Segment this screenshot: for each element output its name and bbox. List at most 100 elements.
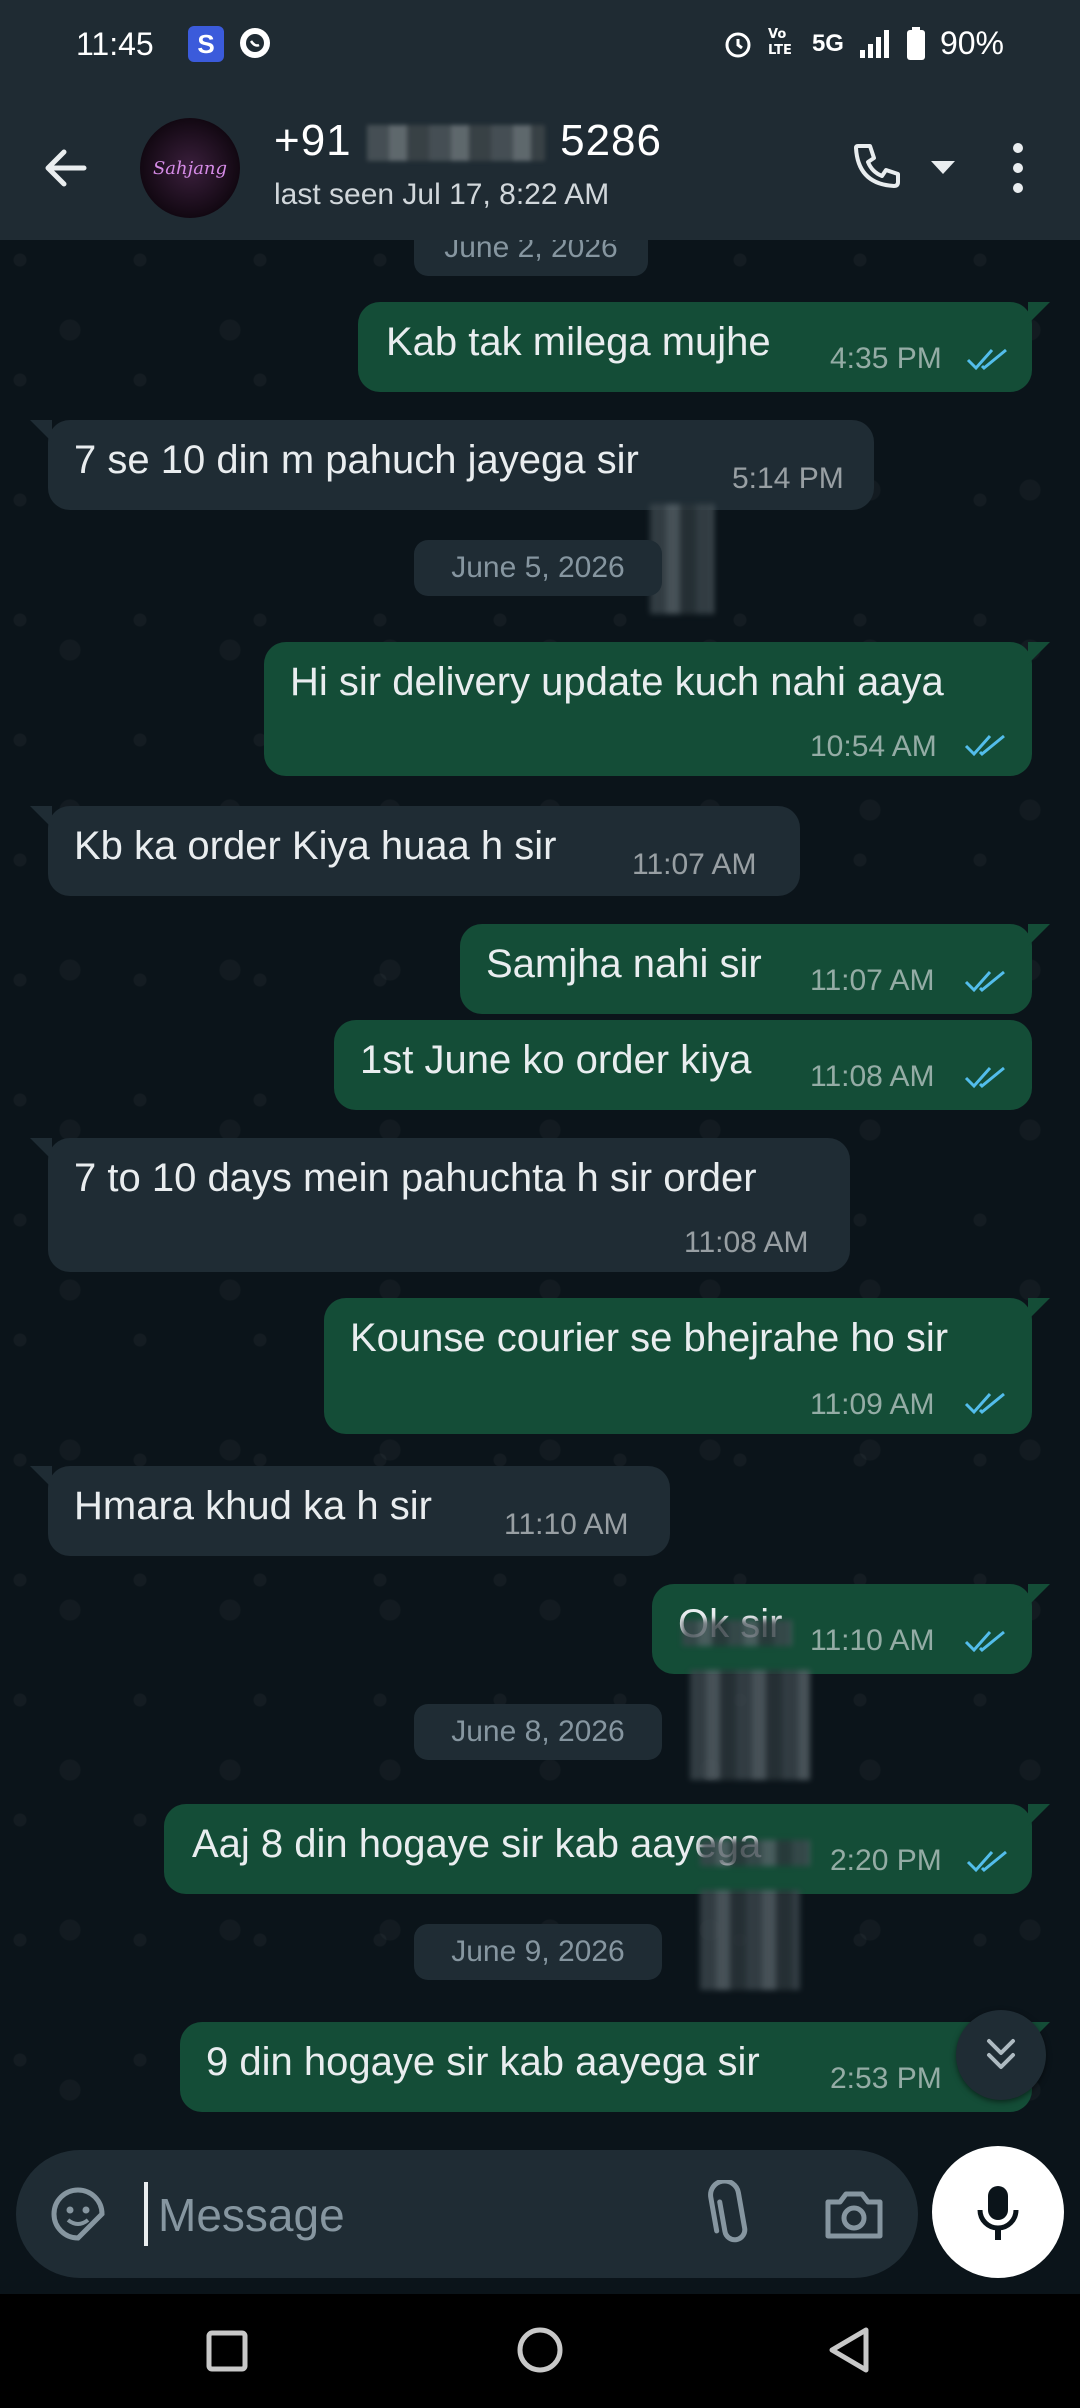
date-separator: June 5, 2026 (414, 540, 662, 596)
message-time: 2:20 PM (830, 1844, 942, 1877)
message-time: 11:10 AM (504, 1508, 629, 1541)
message-incoming[interactable]: 7 to 10 days mein pahuchta h sir order 1… (30, 1138, 850, 1272)
double-chevron-down-icon (987, 2039, 1015, 2069)
bubble-tail (1028, 1804, 1050, 1826)
message-time: 4:35 PM (830, 342, 942, 375)
recent-apps-icon[interactable] (206, 2330, 248, 2372)
message-time: 11:07 AM (632, 848, 757, 881)
contact-name[interactable]: +91 5286 (274, 116, 662, 166)
bubble-tail (1028, 1584, 1050, 1606)
network-type: 5G (811, 29, 844, 57)
camera-icon[interactable] (822, 2184, 886, 2244)
battery-percent: 90% (939, 25, 1004, 61)
message-incoming[interactable]: 7 se 10 din m pahuch jayega sir 5:14 PM (30, 420, 874, 510)
last-seen-status: last seen Jul 17, 8:22 AM (274, 178, 610, 211)
message-input[interactable] (156, 2174, 680, 2256)
message-text: 9 din hogaye sir kab aayega sir (206, 2040, 760, 2084)
message-outgoing[interactable]: 1st June ko order kiya 11:08 AM (334, 1020, 1032, 1110)
volte-icon: Vo LTE (768, 24, 798, 63)
read-ticks-icon (964, 734, 1005, 757)
message-text: Hmara khud ka h sir (74, 1484, 432, 1528)
message-time: 5:14 PM (732, 462, 844, 495)
message-time: 11:08 AM (684, 1226, 809, 1259)
date-separator-label: June 5, 2026 (451, 551, 625, 584)
message-outgoing[interactable]: Hi sir delivery update kuch nahi aaya 10… (264, 642, 1050, 776)
read-ticks-icon (964, 970, 1005, 993)
status-bar: 11:45 S Vo LTE 5G 90% (0, 0, 1080, 88)
redaction-blur (690, 1670, 810, 1780)
home-icon[interactable] (516, 2326, 564, 2374)
message-time: 11:07 AM (810, 964, 935, 997)
voice-message-button[interactable] (932, 2146, 1064, 2278)
status-time: 11:45 (76, 26, 154, 62)
alarm-icon (725, 32, 751, 57)
scroll-to-bottom-button[interactable] (956, 2010, 1046, 2100)
message-text: Kb ka order Kiya huaa h sir (74, 824, 557, 868)
message-incoming[interactable]: Hmara khud ka h sir 11:10 AM (30, 1466, 670, 1556)
bubble-tail (30, 420, 52, 442)
s-app-notification-icon: S (188, 26, 224, 62)
signal-icon (859, 29, 889, 58)
attach-icon[interactable] (702, 2180, 762, 2248)
message-incoming[interactable]: Kb ka order Kiya huaa h sir 11:07 AM (30, 806, 800, 896)
date-separator-label: June 9, 2026 (451, 1935, 625, 1968)
svg-text:Vo: Vo (768, 27, 786, 42)
bubble-tail (30, 806, 52, 828)
avatar-logo-text: Sahjang (152, 157, 228, 179)
nav-back-icon[interactable] (826, 2326, 872, 2374)
message-text: Kab tak milega mujhe (386, 320, 771, 364)
read-ticks-icon (964, 1066, 1005, 1089)
redaction-blur (682, 1620, 792, 1646)
text-cursor (144, 2182, 148, 2246)
battery-icon (906, 26, 925, 60)
contact-suffix: 5286 (560, 116, 662, 165)
phone-icon[interactable] (846, 138, 906, 198)
mic-icon (977, 2186, 1019, 2240)
message-time: 2:53 PM (830, 2062, 942, 2095)
contact-prefix: +91 (274, 116, 352, 165)
message-outgoing[interactable]: Aaj 8 din hogaye sir kab aayega 2:20 PM (164, 1804, 1050, 1894)
message-outgoing[interactable]: 9 din hogaye sir kab aayega sir 2:53 PM (180, 2022, 1050, 2112)
message-text: Aaj 8 din hogaye sir kab aayega (192, 1822, 762, 1866)
message-text: 7 to 10 days mein pahuchta h sir order (74, 1156, 757, 1200)
date-separator: June 8, 2026 (414, 1704, 662, 1760)
message-outgoing[interactable]: Kounse courier se bhejrahe ho sir 11:09 … (324, 1298, 1050, 1434)
bubble-tail (1028, 302, 1050, 324)
avatar[interactable]: Sahjang (140, 118, 240, 218)
system-navigation-bar (0, 2294, 1080, 2408)
svg-text:LTE: LTE (768, 43, 792, 56)
date-separator-label: June 2, 2026 (444, 240, 618, 264)
message-time: 11:08 AM (810, 1060, 935, 1093)
redaction-blur (700, 1890, 800, 1990)
back-arrow-icon[interactable] (36, 138, 96, 198)
message-time: 11:09 AM (810, 1388, 935, 1421)
read-ticks-icon (964, 1392, 1005, 1415)
bubble-tail (30, 1466, 52, 1488)
message-time: 10:54 AM (810, 730, 937, 763)
bubble-tail (1028, 924, 1050, 946)
message-time: 11:10 AM (810, 1624, 935, 1657)
message-text: 7 se 10 din m pahuch jayega sir (74, 438, 639, 482)
bubble-tail (30, 1138, 52, 1160)
message-text: 1st June ko order kiya (360, 1038, 752, 1082)
read-ticks-icon (966, 1850, 1007, 1873)
message-composer (16, 2150, 918, 2278)
date-separator-label: June 8, 2026 (451, 1715, 625, 1748)
emoji-sticker-icon[interactable] (46, 2182, 110, 2246)
chat-messages[interactable]: June 2, 2026 Kab tak milega mujhe 4:35 P… (0, 240, 1080, 2130)
message-outgoing[interactable]: Samjha nahi sir 11:07 AM (460, 924, 1050, 1014)
read-ticks-icon (966, 348, 1007, 371)
message-text: Hi sir delivery update kuch nahi aaya (290, 660, 944, 704)
message-outgoing[interactable]: Kab tak milega mujhe 4:35 PM (358, 302, 1050, 392)
redacted-number (366, 125, 545, 162)
date-separator: June 9, 2026 (414, 1924, 662, 1980)
whatsapp-notification-icon (240, 28, 270, 58)
message-text: Samjha nahi sir (486, 942, 762, 986)
status-icons: Vo LTE 5G 90% (722, 24, 1004, 63)
more-vert-icon[interactable] (1006, 138, 1030, 198)
bubble-tail (1028, 1298, 1050, 1320)
caret-down-icon[interactable] (928, 158, 958, 178)
bubble-tail (1028, 642, 1050, 664)
date-separator: June 2, 2026 (414, 240, 648, 276)
message-text: Kounse courier se bhejrahe ho sir (350, 1316, 949, 1360)
